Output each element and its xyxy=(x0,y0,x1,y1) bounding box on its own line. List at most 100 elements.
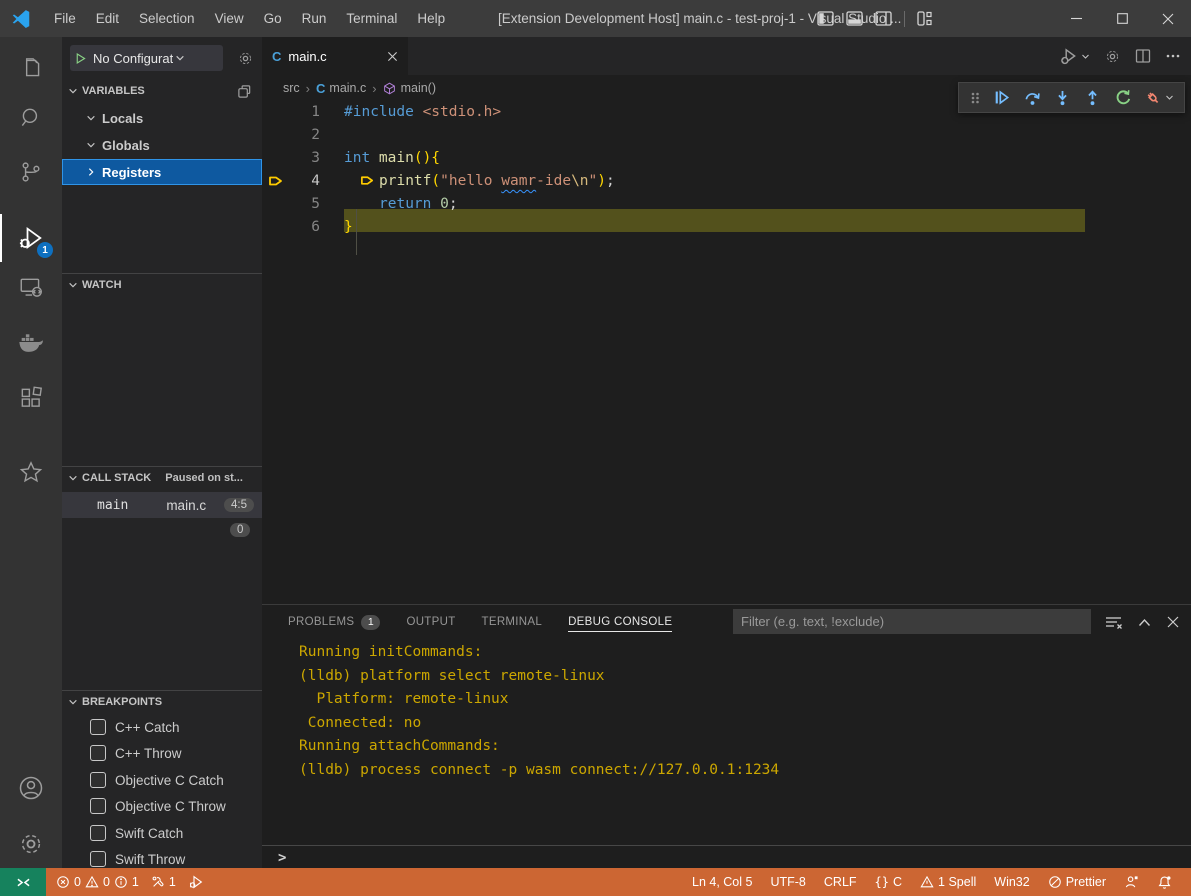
checkbox[interactable] xyxy=(90,772,106,788)
language-mode[interactable]: {} C xyxy=(866,868,911,896)
toggle-panel-icon[interactable] xyxy=(846,11,863,26)
breakpoint-item[interactable]: C++ Catch xyxy=(62,714,262,740)
source-control-icon[interactable] xyxy=(15,156,47,188)
star-icon[interactable] xyxy=(15,456,47,488)
debug-continue-button[interactable] xyxy=(992,88,1011,107)
toggle-secondary-sidebar-icon[interactable] xyxy=(875,11,892,26)
checkbox[interactable] xyxy=(90,825,106,841)
menu-file[interactable]: File xyxy=(44,0,86,37)
run-or-debug-button[interactable] xyxy=(1060,47,1090,65)
error-icon xyxy=(56,875,70,889)
notifications-bell-icon[interactable] xyxy=(1148,868,1181,896)
variables-section-header[interactable]: VARIABLES xyxy=(62,80,262,102)
toolbar-drag-grip[interactable] xyxy=(969,90,981,106)
extensions-icon[interactable] xyxy=(15,382,47,414)
debug-toolbar xyxy=(958,82,1185,113)
debug-step-over-button[interactable] xyxy=(1023,88,1042,107)
remote-indicator[interactable] xyxy=(0,868,46,896)
feedback-person-icon[interactable] xyxy=(1115,868,1148,896)
debug-step-out-button[interactable] xyxy=(1083,88,1102,107)
menu-view[interactable]: View xyxy=(205,0,254,37)
debug-status-icon[interactable] xyxy=(182,868,210,896)
tab-close-icon[interactable] xyxy=(387,51,398,62)
code-area[interactable]: 1 2 3 4 5 6 #include <stdio.h> int main(… xyxy=(262,101,1191,604)
more-actions-icon[interactable] xyxy=(1165,48,1181,64)
stack-frame-row[interactable]: main main.c 4:5 xyxy=(62,492,262,518)
breadcrumb-folder[interactable]: src xyxy=(283,81,300,95)
problems-count-badge: 1 xyxy=(361,615,380,630)
breakpoints-section-header[interactable]: BREAKPOINTS xyxy=(62,691,262,713)
breakpoint-item[interactable]: Objective C Catch xyxy=(62,767,262,793)
breadcrumb-symbol[interactable]: main() xyxy=(401,81,436,95)
encoding[interactable]: UTF-8 xyxy=(761,868,814,896)
platform-target[interactable]: Win32 xyxy=(985,868,1038,896)
window-close-button[interactable] xyxy=(1145,0,1191,37)
window-minimize-button[interactable] xyxy=(1053,0,1099,37)
active-view-indicator xyxy=(0,214,2,262)
variables-scope-locals[interactable]: Locals xyxy=(62,105,262,131)
menu-terminal[interactable]: Terminal xyxy=(336,0,407,37)
settings-gear-icon[interactable] xyxy=(15,828,47,860)
split-editor-icon[interactable] xyxy=(1135,48,1151,64)
close-panel-icon[interactable] xyxy=(1167,616,1179,628)
breadcrumb-separator-icon: › xyxy=(306,81,310,96)
variables-scope-registers[interactable]: Registers xyxy=(62,159,262,185)
run-and-debug-icon[interactable]: 1 xyxy=(15,222,47,254)
checkbox[interactable] xyxy=(90,798,106,814)
explorer-icon[interactable] xyxy=(15,52,47,84)
customize-layout-icon[interactable] xyxy=(917,11,933,26)
tools-icon xyxy=(151,875,165,889)
tab-main-c[interactable]: C main.c xyxy=(262,37,408,75)
debug-current-line-arrow-icon xyxy=(268,173,284,189)
debug-restart-button[interactable] xyxy=(1114,88,1133,107)
debug-disconnect-button[interactable] xyxy=(1144,88,1174,107)
checkbox[interactable] xyxy=(90,745,106,761)
maximize-panel-icon[interactable] xyxy=(1138,618,1151,627)
copy-value-icon[interactable] xyxy=(237,84,252,99)
menu-go[interactable]: Go xyxy=(254,0,292,37)
breakpoint-item[interactable]: C++ Throw xyxy=(62,740,262,766)
launch-configuration-dropdown[interactable]: No Configurat xyxy=(70,45,223,71)
menu-selection[interactable]: Selection xyxy=(129,0,205,37)
tab-problems[interactable]: PROBLEMS1 xyxy=(288,615,380,630)
docker-icon[interactable] xyxy=(15,326,47,358)
problems-status[interactable]: 0 0 1 xyxy=(50,868,145,896)
tab-terminal[interactable]: TERMINAL xyxy=(482,616,543,628)
tab-output[interactable]: OUTPUT xyxy=(406,616,455,628)
breakpoint-item[interactable]: Swift Catch xyxy=(62,820,262,846)
debug-console-output[interactable]: Running initCommands: (lldb) platform se… xyxy=(299,641,1179,782)
cursor-position[interactable]: Ln 4, Col 5 xyxy=(683,868,761,896)
info-icon xyxy=(114,875,128,889)
remote-explorer-icon[interactable] xyxy=(15,272,47,304)
window-maximize-button[interactable] xyxy=(1099,0,1145,37)
launch-gear-icon[interactable] xyxy=(237,50,254,67)
callstack-section-header[interactable]: CALL STACK Paused on st... xyxy=(62,467,262,489)
debug-console-input[interactable]: > xyxy=(262,845,1191,869)
search-icon[interactable] xyxy=(15,102,47,134)
debug-step-into-button[interactable] xyxy=(1053,88,1072,107)
tab-debug-console[interactable]: DEBUG CONSOLE xyxy=(568,616,672,632)
console-filter-input[interactable] xyxy=(733,609,1091,634)
c-language-icon: C xyxy=(272,49,281,64)
titlebar-separator xyxy=(904,11,905,27)
watch-section-header[interactable]: WATCH xyxy=(62,274,262,296)
chevron-down-icon xyxy=(68,697,78,707)
console-line: Connected: no xyxy=(299,712,1179,736)
formatter-status[interactable]: Prettier xyxy=(1039,868,1115,896)
toggle-sidebar-icon[interactable] xyxy=(817,11,834,26)
breadcrumb-file[interactable]: main.c xyxy=(329,81,366,95)
menu-help[interactable]: Help xyxy=(407,0,455,37)
tasks-status[interactable]: 1 xyxy=(145,868,182,896)
clear-console-icon[interactable] xyxy=(1105,615,1122,630)
spell-checker-status[interactable]: 1 Spell xyxy=(911,868,985,896)
checkbox[interactable] xyxy=(90,851,106,867)
accounts-icon[interactable] xyxy=(15,772,47,804)
editor-settings-gear-icon[interactable] xyxy=(1104,48,1121,65)
eol-sequence[interactable]: CRLF xyxy=(815,868,866,896)
menu-run[interactable]: Run xyxy=(292,0,337,37)
menu-edit[interactable]: Edit xyxy=(86,0,129,37)
breakpoint-item[interactable]: Objective C Throw xyxy=(62,793,262,819)
checkbox[interactable] xyxy=(90,719,106,735)
variables-scope-globals[interactable]: Globals xyxy=(62,132,262,158)
status-bar: 0 0 1 1 Ln 4, Col 5 UTF-8 CRLF {} C 1 Sp… xyxy=(0,868,1191,896)
